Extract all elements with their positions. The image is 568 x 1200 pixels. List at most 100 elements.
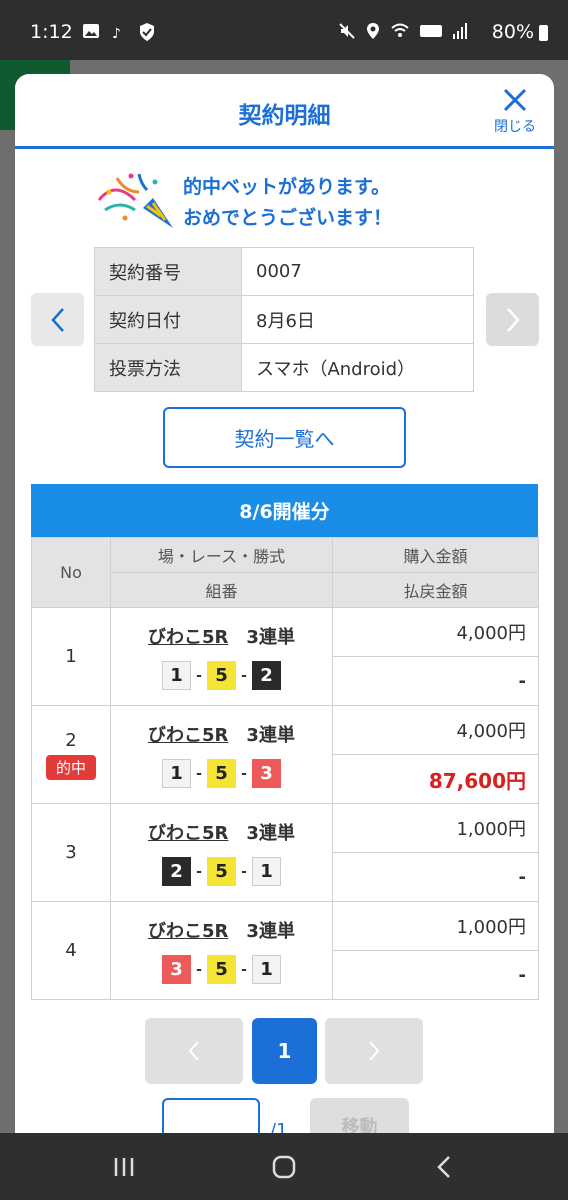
section-title: 8/6開催分 [31, 484, 538, 537]
system-nav-bar [0, 1133, 568, 1200]
hit-badge: 的中 [45, 754, 96, 780]
bet-payout: - [332, 656, 539, 706]
vote-method-label: 投票方法 [94, 343, 242, 392]
bet-no: 4 [31, 901, 111, 1000]
table-row: 3 びわこ5R 3連単 2- 5- 1 1,000円 [31, 803, 539, 902]
system-icons [338, 22, 468, 40]
contract-date-value: 8月6日 [241, 295, 474, 344]
combo-first: 2 [162, 857, 191, 886]
chevron-right-icon [369, 1041, 380, 1061]
contract-info-table: 契約番号 0007 契約日付 8月6日 投票方法 スマホ（Android） [94, 247, 474, 392]
close-label: 閉じる [494, 119, 536, 135]
bet-amount: 1,000円 [332, 803, 539, 853]
combo-third: 1 [252, 857, 281, 886]
bet-payout: - [332, 852, 539, 902]
bet-amount: 4,000円 [332, 607, 539, 657]
app-icon: ♪ [112, 26, 121, 42]
shield-icon [140, 23, 154, 41]
bet-type: 3連単 [246, 627, 295, 648]
race-link[interactable]: びわこ5R [148, 725, 228, 746]
vote-method-value: スマホ（Android） [241, 343, 474, 392]
contract-row-number: 契約番号 0007 [94, 247, 474, 296]
bet-combo: 3- 5- 1 [111, 955, 332, 984]
contract-detail-modal: 契約明細 閉じる 的中ベットがあります。 おめでとうございます！ 契約番号 00… [15, 74, 554, 1140]
race-link[interactable]: びわこ5R [148, 627, 228, 648]
bet-payout: - [332, 950, 539, 1000]
header-race: 場・レース・勝式 [110, 537, 333, 573]
header-combo: 組番 [110, 572, 333, 608]
bet-type: 3連単 [246, 921, 295, 942]
signal-icon [453, 23, 467, 39]
contract-list-button[interactable]: 契約一覧へ [163, 407, 406, 468]
prev-contract-button[interactable] [31, 293, 84, 346]
table-row: 2 的中 びわこ5R 3連単 1- 5- 3 4,000円 [31, 705, 539, 804]
bets-header-row: No 場・レース・勝式 購入金額 [31, 537, 539, 608]
contract-number-label: 契約番号 [94, 247, 242, 296]
close-button[interactable]: 閉じる [490, 86, 540, 138]
contract-number-value: 0007 [241, 247, 474, 296]
congrats-line-2: おめでとうございます！ [183, 207, 393, 229]
combo-first: 1 [162, 759, 191, 788]
combo-third: 2 [252, 661, 281, 690]
status-bar: 1:12 ♪ 80% [0, 0, 568, 60]
bet-type: 3連単 [246, 823, 295, 844]
bet-amount: 4,000円 [332, 705, 539, 755]
recent-apps-icon [114, 1158, 134, 1176]
contract-row-method: 投票方法 スマホ（Android） [94, 343, 474, 392]
svg-text:♪: ♪ [112, 26, 121, 42]
volte-icon [420, 25, 442, 37]
page-next-button[interactable] [325, 1018, 423, 1084]
page-prev-button[interactable] [145, 1018, 243, 1084]
home-button[interactable] [264, 1151, 304, 1183]
status-time: 1:12 [30, 21, 73, 43]
next-contract-button[interactable] [486, 293, 539, 346]
bet-no: 3 [31, 803, 111, 902]
party-popper-icon [97, 173, 173, 228]
bet-race-cell: びわこ5R 3連単 1- 5- 3 [110, 705, 333, 804]
bet-payout: 87,600円 [332, 754, 539, 804]
notification-icons: ♪ [82, 22, 156, 42]
congrats-message: 的中ベットがあります。 おめでとうございます！ [95, 170, 455, 232]
bet-race-cell: びわこ5R 3連単 1- 5- 2 [110, 607, 333, 706]
battery-level: 80% [491, 21, 534, 43]
wifi-icon [391, 23, 409, 37]
combo-second: 5 [207, 857, 236, 886]
header-payout: 払戻金額 [332, 572, 539, 608]
race-link[interactable]: びわこ5R [148, 823, 228, 844]
bet-no: 1 [31, 607, 111, 706]
table-row: 4 びわこ5R 3連単 3- 5- 1 1,000円 [31, 901, 539, 1000]
back-icon [437, 1156, 450, 1178]
image-icon [83, 24, 99, 38]
bet-race-cell: びわこ5R 3連単 2- 5- 1 [110, 803, 333, 902]
home-icon [272, 1155, 296, 1179]
header-no: No [31, 537, 111, 608]
bet-combo: 1- 5- 3 [111, 759, 332, 788]
chevron-right-icon [506, 307, 520, 332]
bets-table: No 場・レース・勝式 購入金額 組番 払戻金額 1 びわこ5R 3連単 1- 5… [31, 537, 539, 1000]
race-link[interactable]: びわこ5R [148, 921, 228, 942]
bet-race-cell: びわこ5R 3連単 3- 5- 1 [110, 901, 333, 1000]
chevron-left-icon [188, 1041, 199, 1061]
location-icon [367, 23, 379, 39]
combo-first: 1 [162, 661, 191, 690]
pagination: 1 [145, 1018, 425, 1084]
congrats-line-1: 的中ベットがあります。 [183, 176, 391, 198]
contract-row-date: 契約日付 8月6日 [94, 295, 474, 344]
combo-second: 5 [207, 661, 236, 690]
recent-apps-button[interactable] [104, 1151, 144, 1183]
close-icon [503, 88, 527, 112]
modal-header: 契約明細 閉じる [15, 74, 554, 149]
contract-date-label: 契約日付 [94, 295, 242, 344]
table-row: 1 びわこ5R 3連単 1- 5- 2 4,000円 [31, 607, 539, 706]
combo-second: 5 [207, 955, 236, 984]
page-current-button[interactable]: 1 [252, 1018, 317, 1084]
battery-icon [539, 25, 548, 41]
bet-no-cell: 2 的中 [31, 705, 111, 804]
bet-amount: 1,000円 [332, 901, 539, 951]
combo-third: 3 [252, 759, 281, 788]
mute-icon [339, 23, 355, 39]
chevron-left-icon [50, 307, 64, 332]
back-button[interactable] [424, 1151, 464, 1183]
bet-combo: 2- 5- 1 [111, 857, 332, 886]
combo-second: 5 [207, 759, 236, 788]
